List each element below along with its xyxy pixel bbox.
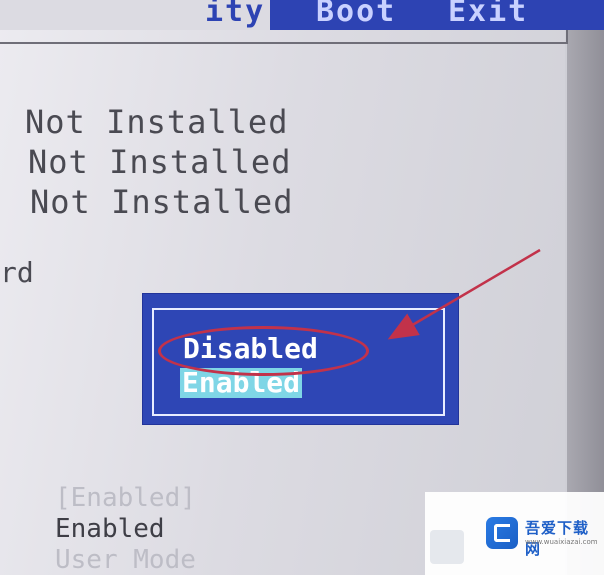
setting-value-3: User Mode	[55, 545, 196, 575]
setting-value-1: [Enabled]	[55, 483, 196, 513]
setting-value-2: Enabled	[55, 514, 165, 544]
bios-screen-photo: ity Boot Exit Not Installed Not Installe…	[0, 0, 604, 575]
logo-icon	[486, 517, 518, 549]
watermark-url: www.wuaixiazai.com	[525, 538, 598, 546]
faded-windows-logo	[430, 530, 464, 564]
